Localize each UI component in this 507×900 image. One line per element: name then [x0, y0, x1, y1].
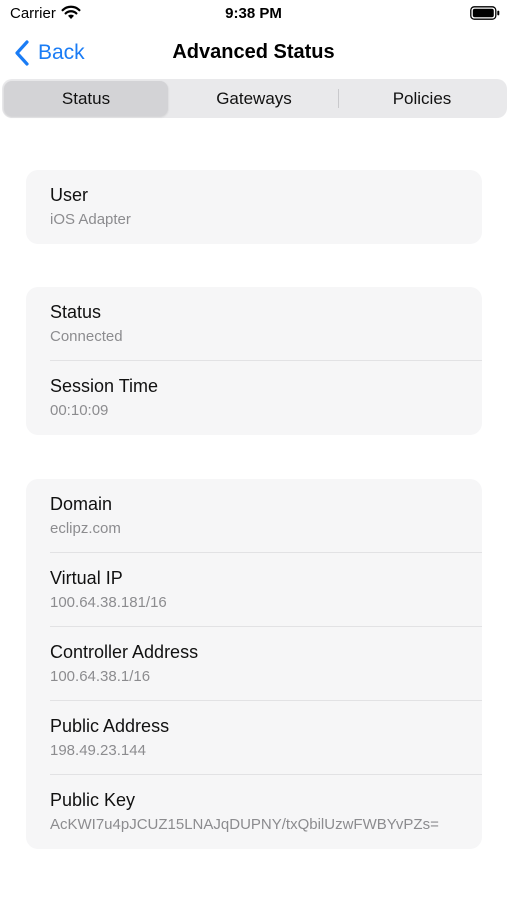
public-key-row: Public Key AcKWI7u4pJCUZ15LNAJqDUPNY/txQ…: [26, 775, 482, 849]
network-card: Domain eclipz.com Virtual IP 100.64.38.1…: [26, 479, 482, 849]
row-value: iOS Adapter: [50, 211, 131, 228]
status-row: Status Connected: [26, 287, 482, 361]
clock: 9:38 PM: [225, 5, 282, 22]
public-address-row: Public Address 198.49.23.144: [26, 701, 482, 775]
row-label: Status: [50, 302, 102, 322]
tab-policies[interactable]: Policies: [339, 81, 505, 116]
row-value: 100.64.38.181/16: [50, 594, 167, 611]
tab-status[interactable]: Status: [4, 81, 168, 116]
tab-label: Status: [61, 88, 111, 108]
row-label: Public Address: [50, 716, 170, 736]
row-value: Connected: [50, 328, 123, 345]
row-value: AcKWI7u4pJCUZ15LNAJqDUPNY/txQbilUzwFWBYv…: [50, 816, 439, 833]
page-title: Advanced Status: [172, 41, 335, 63]
segmented-control: Status Gateways Policies: [2, 79, 507, 118]
row-label: Public Key: [50, 790, 136, 810]
row-label: Domain: [50, 494, 113, 514]
row-value: eclipz.com: [50, 520, 121, 537]
session-time-row: Session Time 00:10:09: [26, 361, 482, 435]
row-label: Session Time: [50, 376, 159, 396]
tab-label: Gateways: [216, 88, 292, 108]
user-row: User iOS Adapter: [26, 170, 482, 244]
user-card: User iOS Adapter: [26, 170, 482, 244]
status-bar: Carrier 9:38 PM: [0, 0, 507, 28]
row-label: User: [50, 185, 89, 205]
tab-gateways[interactable]: Gateways: [170, 81, 338, 116]
row-label: Controller Address: [50, 642, 199, 662]
battery-icon: [470, 6, 500, 20]
virtual-ip-row: Virtual IP 100.64.38.181/16: [26, 553, 482, 627]
row-value: 198.49.23.144: [50, 742, 146, 759]
tab-label: Policies: [392, 88, 452, 108]
session-card: Status Connected Session Time 00:10:09: [26, 287, 482, 435]
row-label: Virtual IP: [50, 568, 123, 588]
controller-address-row: Controller Address 100.64.38.1/16: [26, 627, 482, 701]
row-value: 100.64.38.1/16: [50, 668, 151, 685]
domain-row: Domain eclipz.com: [26, 479, 482, 553]
row-value: 00:10:09: [50, 402, 109, 419]
navigation-bar: Back Advanced Status: [0, 30, 507, 76]
